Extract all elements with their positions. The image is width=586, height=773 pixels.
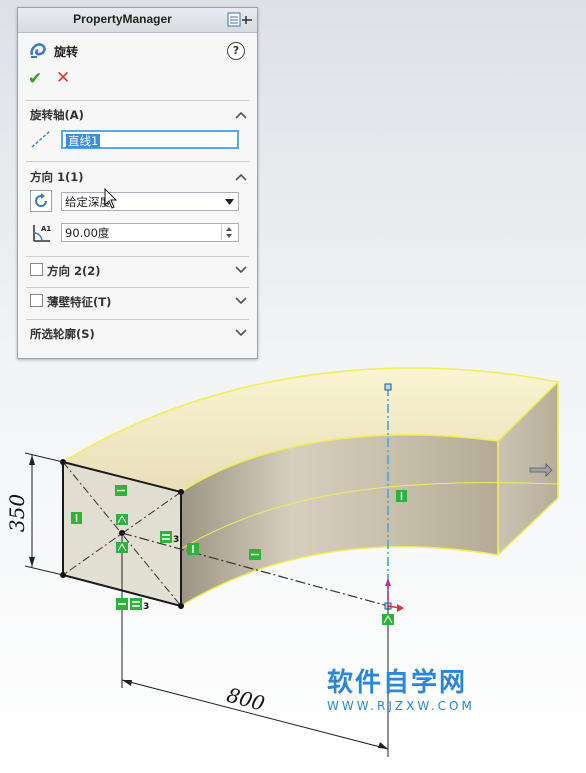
relation-midpoint-2 [116, 542, 128, 553]
ok-button[interactable]: ✔ [28, 69, 42, 89]
relation-horizontal-center [249, 549, 261, 560]
relation-equal-2 [130, 598, 142, 610]
dimension-350-text: 350 [5, 494, 29, 532]
svg-text:A1: A1 [41, 225, 51, 233]
axis-line-icon [31, 130, 51, 148]
property-manager-titlebar: PropertyManager [18, 8, 257, 33]
dimension-800-text: 800 [224, 683, 267, 716]
pin-icon[interactable] [227, 12, 253, 28]
spinner-arrows-icon [226, 227, 232, 238]
section-direction2-title[interactable]: 方向 2(2) [47, 263, 101, 279]
angle-spinner[interactable] [221, 225, 236, 240]
dimension-350[interactable]: 350 [5, 452, 64, 576]
relation-horizontal-top [115, 485, 127, 496]
relation-vertical-left [71, 512, 82, 524]
end-condition-select[interactable]: 给定深度 [61, 192, 239, 211]
chevron-up-icon[interactable] [235, 173, 247, 181]
cancel-button[interactable]: ✕ [56, 68, 70, 88]
relation-equal-1 [160, 531, 172, 543]
help-button[interactable]: ? [227, 42, 245, 60]
section-contours-title[interactable]: 所选轮廓(S) [30, 326, 95, 342]
relation-label-1: 3 [173, 535, 179, 545]
axis-selection-value: 直线1 [66, 134, 101, 148]
property-manager-panel: PropertyManager 旋转 ? ✔ ✕ 旋转轴(A) 直线1 方向 1… [17, 7, 258, 359]
angle-input[interactable]: 90.00度 [61, 223, 239, 242]
relation-vertical-right [187, 543, 199, 555]
relation-midpoint-center [116, 514, 128, 525]
angle-value: 90.00度 [65, 226, 110, 240]
section-thin-title[interactable]: 薄壁特征(T) [47, 294, 111, 310]
divider [26, 319, 249, 320]
feature-name: 旋转 [54, 44, 79, 59]
feature-header: 旋转 [28, 41, 78, 61]
section-axis-title[interactable]: 旋转轴(A) [30, 107, 84, 123]
relation-midpoint-axis [382, 614, 394, 625]
section-direction1-title[interactable]: 方向 1(1) [30, 169, 84, 185]
divider [26, 287, 249, 288]
dropdown-arrow-icon [225, 199, 234, 205]
reverse-direction-icon [35, 193, 47, 207]
thin-feature-checkbox[interactable] [30, 294, 43, 307]
relation-bottom-a [116, 598, 128, 610]
chevron-down-icon[interactable] [235, 329, 247, 337]
divider [26, 100, 249, 101]
revolve-feature-icon [30, 43, 46, 58]
watermark-url: WWW.RJZXW.COM [327, 699, 475, 713]
property-manager-title: PropertyManager [73, 12, 172, 26]
chevron-up-icon[interactable] [235, 111, 247, 119]
relation-label-2: 3 [143, 602, 149, 612]
relation-vertical-axis [396, 490, 407, 502]
mouse-pointer-icon [104, 188, 118, 209]
chevron-down-icon[interactable] [235, 297, 247, 305]
watermark: 软件自学网 WWW.RJZXW.COM [327, 662, 475, 713]
reverse-direction-button[interactable] [30, 190, 52, 212]
watermark-text: 软件自学网 [327, 668, 468, 698]
axis-selection-field[interactable]: 直线1 [61, 130, 239, 149]
chevron-down-icon[interactable] [235, 266, 247, 274]
direction2-checkbox[interactable] [30, 263, 43, 276]
divider [26, 161, 249, 162]
angle-icon: A1 [33, 225, 51, 242]
divider [26, 256, 249, 257]
